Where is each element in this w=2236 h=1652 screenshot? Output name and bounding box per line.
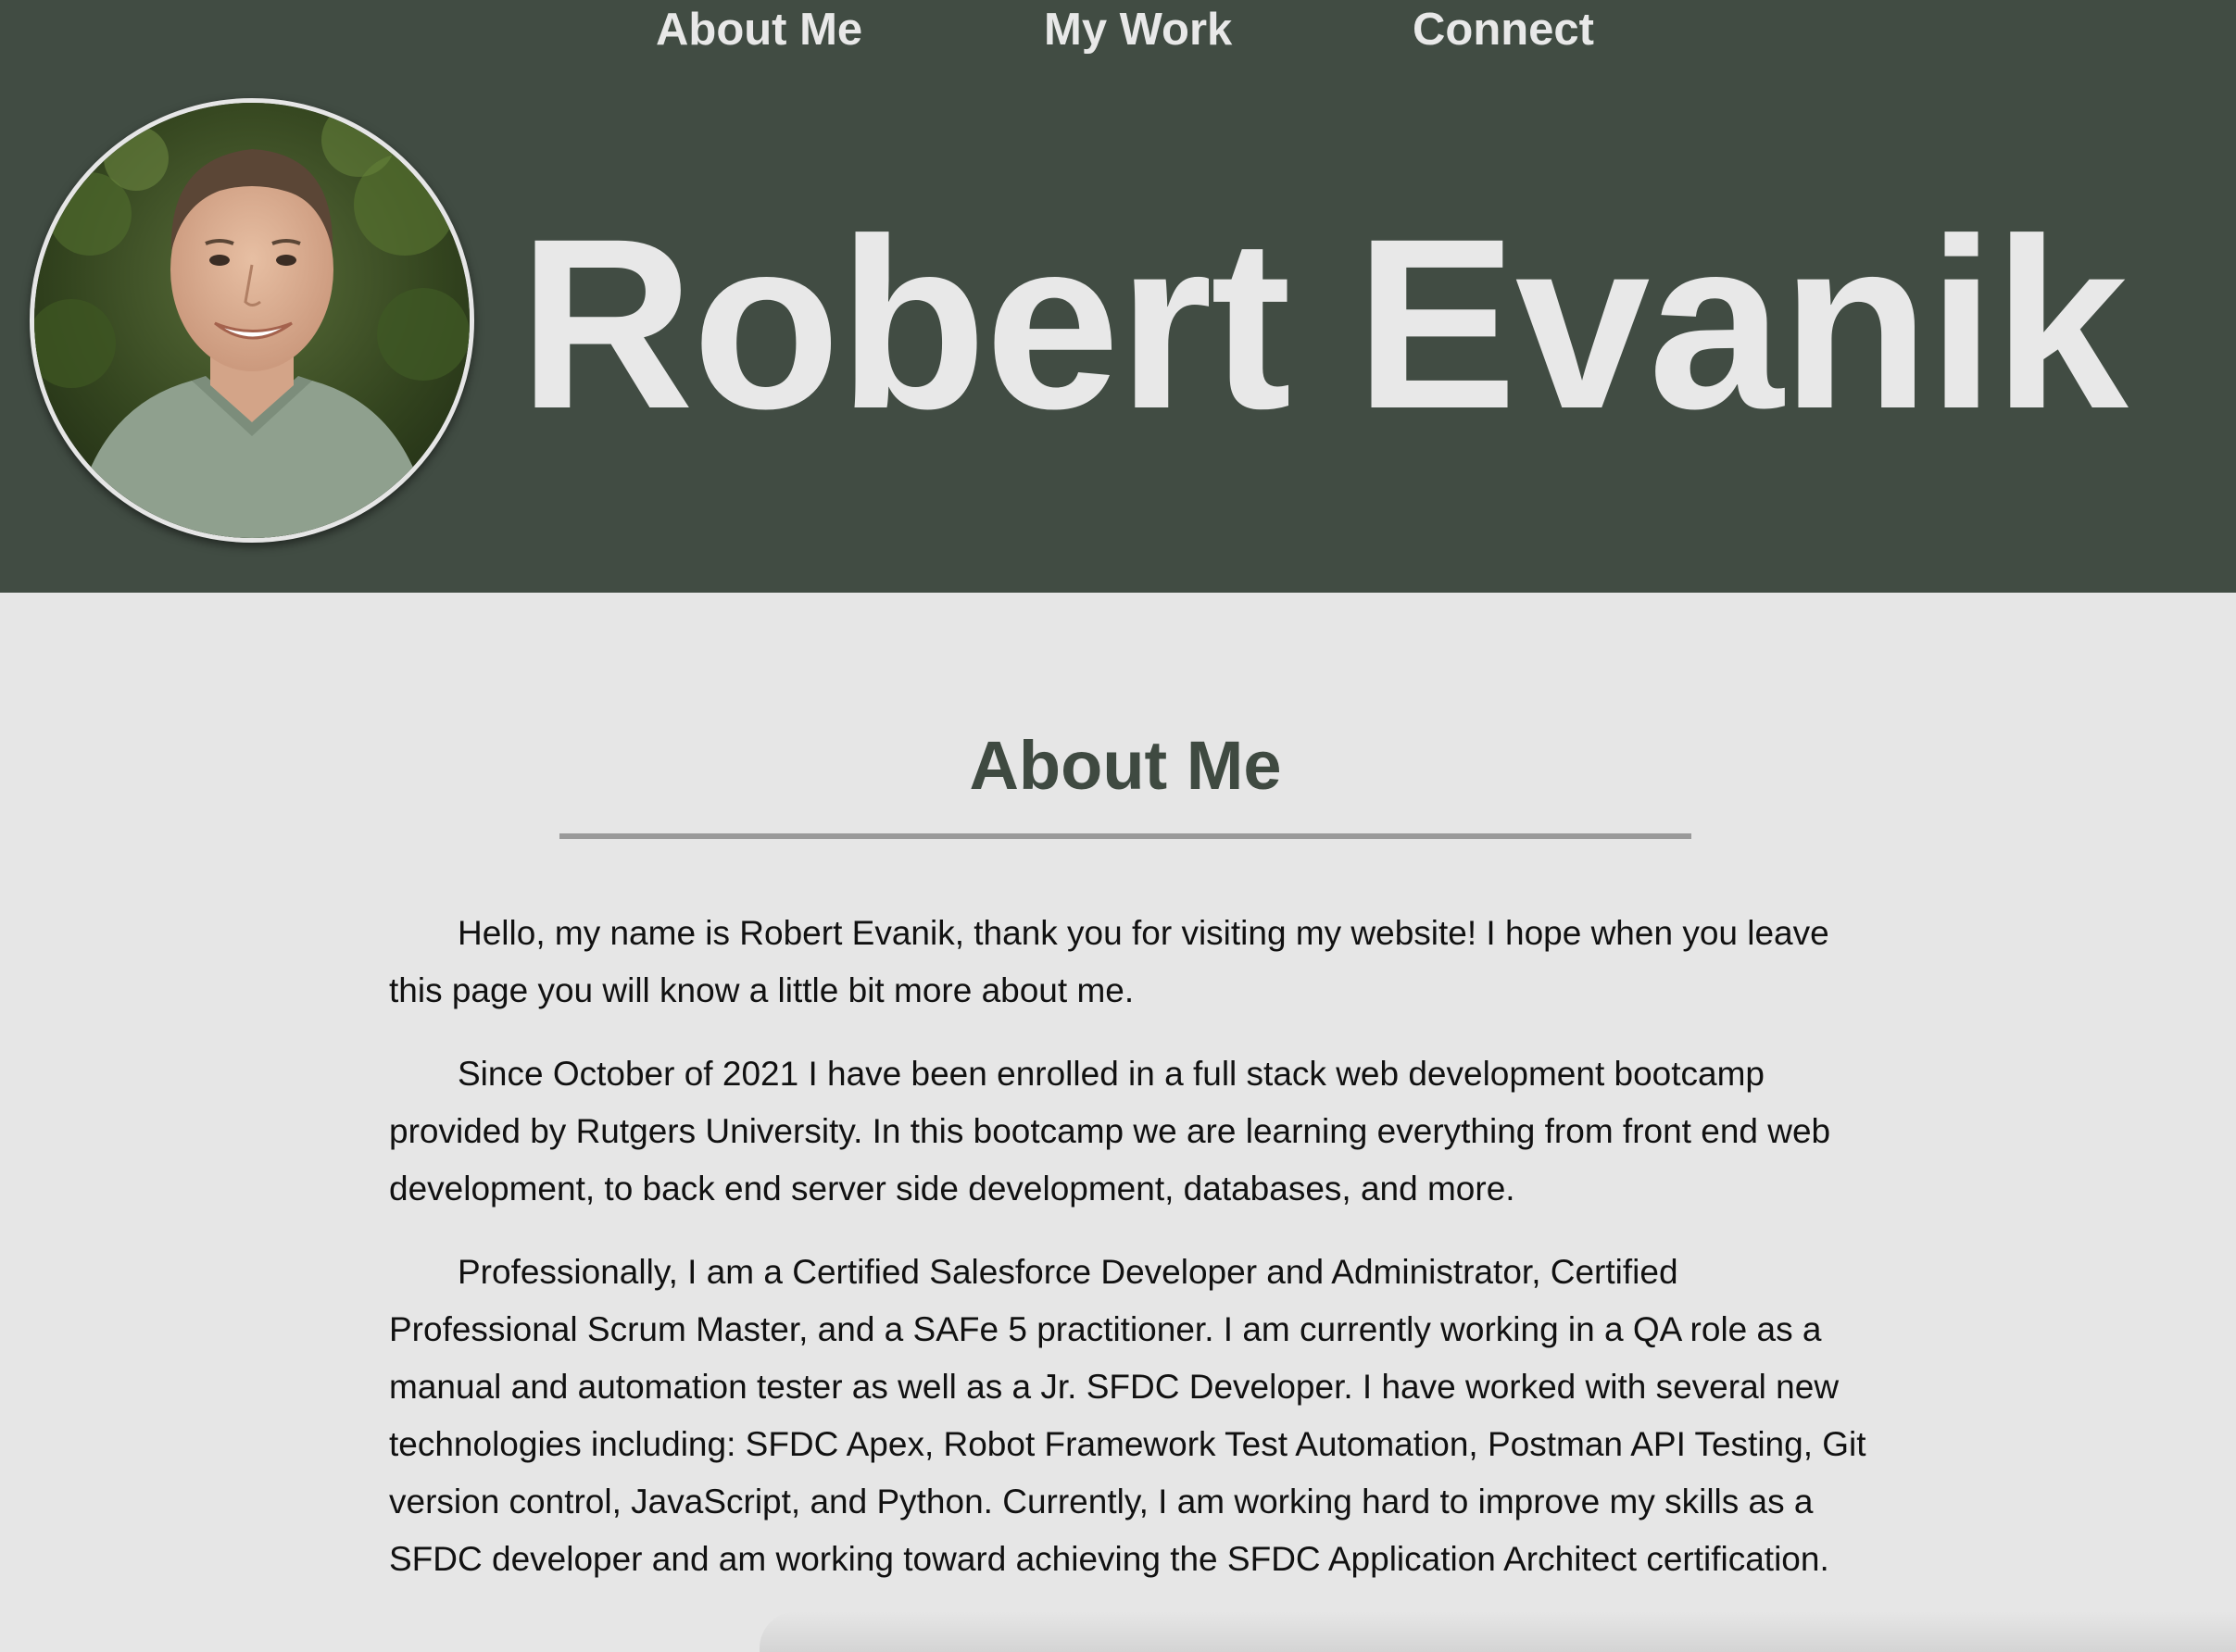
about-paragraph-3: Professionally, I am a Certified Salesfo… [389, 1253, 1866, 1578]
bottom-shadow [760, 1611, 2236, 1652]
avatar [30, 98, 474, 543]
site-header: About Me My Work Connect Robert Evanik [0, 0, 2236, 593]
nav-link-about-me[interactable]: About Me [656, 2, 862, 57]
section-divider [559, 833, 1691, 839]
about-paragraph-2: Since October of 2021 I have been enroll… [389, 1055, 1831, 1208]
profile-photo [34, 103, 470, 538]
hero-name: Robert Evanik [519, 188, 2129, 459]
about-paragraph-1: Hello, my name is Robert Evanik, thank y… [389, 914, 1829, 1009]
nav-link-my-work[interactable]: My Work [1044, 2, 1232, 57]
about-content: Hello, my name is Robert Evanik, thank y… [389, 905, 1871, 1614]
section-title-about-me: About Me [969, 727, 1282, 804]
nav-link-connect[interactable]: Connect [1413, 2, 1594, 57]
top-nav: About Me My Work Connect [0, 0, 2236, 65]
